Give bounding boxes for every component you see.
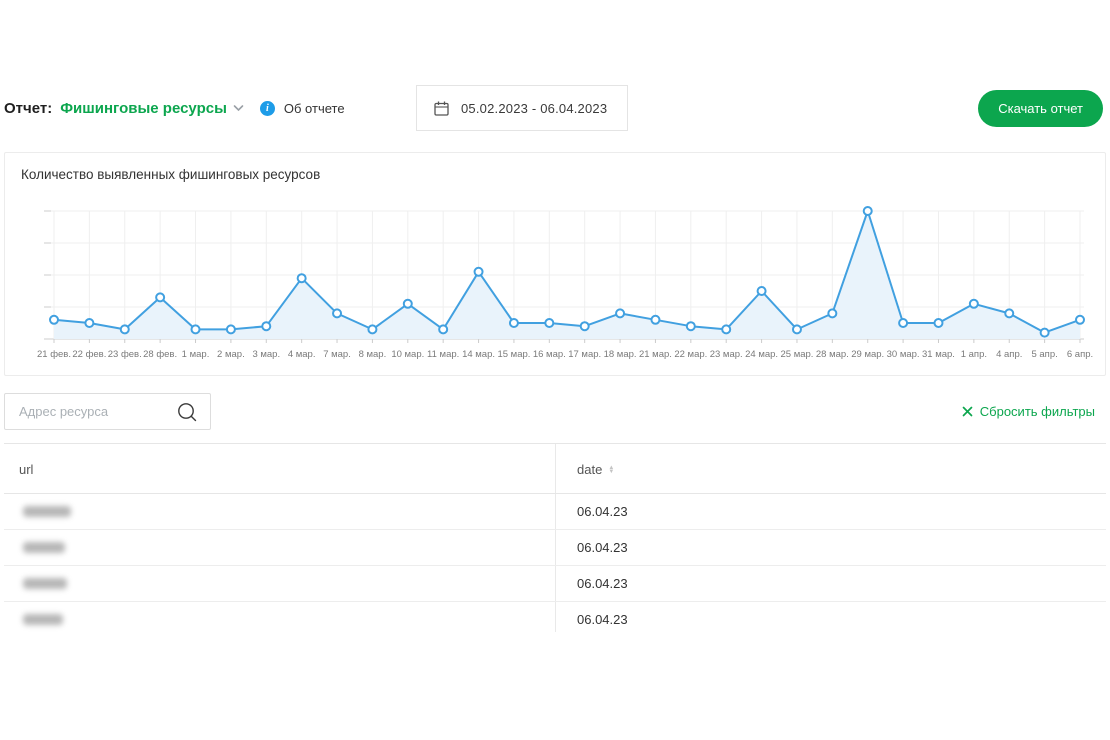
column-header-date-label: date [577, 462, 602, 477]
svg-text:24 мар.: 24 мар. [745, 349, 778, 360]
date-cell: 06.04.23 [577, 612, 628, 627]
report-label: Отчет: [4, 100, 52, 117]
table-header-row: url date ▲▼ [4, 444, 1106, 494]
clear-x-icon [962, 406, 973, 417]
download-report-button[interactable]: Скачать отчет [978, 90, 1103, 127]
svg-text:1 апр.: 1 апр. [961, 349, 987, 360]
phishing-line-chart: 21 фев.22 фев.23 фев.28 фев. 1 мар. 2 мар.… [5, 153, 1107, 377]
svg-text:17 мар.: 17 мар. [568, 349, 601, 360]
info-icon: i [260, 101, 275, 116]
report-type-dropdown[interactable]: Фишинговые ресурсы [60, 100, 244, 117]
report-selector-group: Отчет: Фишинговые ресурсы i Об отчете [4, 85, 345, 131]
redacted-url[interactable] [23, 506, 71, 517]
svg-text:21 фев.: 21 фев. [37, 349, 71, 360]
table-row[interactable]: 06.04.23 [4, 530, 1106, 566]
svg-text:28 фев.: 28 фев. [143, 349, 177, 360]
chart-card: Количество выявленных фишинговых ресурсо… [4, 152, 1106, 376]
svg-text:2 мар.: 2 мар. [217, 349, 245, 360]
column-header-url: url [19, 462, 33, 477]
svg-text:22 мар.: 22 мар. [674, 349, 707, 360]
about-report-link[interactable]: i Об отчете [260, 101, 345, 116]
svg-text:10 мар.: 10 мар. [391, 349, 424, 360]
svg-text:23 фев.: 23 фев. [108, 349, 142, 360]
svg-text:3 мар.: 3 мар. [252, 349, 280, 360]
svg-text:21 мар.: 21 мар. [639, 349, 672, 360]
column-header-date[interactable]: date ▲▼ [577, 462, 614, 477]
svg-text:7 мар.: 7 мар. [323, 349, 351, 360]
sort-icon: ▲▼ [608, 466, 614, 474]
date-range-picker[interactable]: 05.02.2023 - 06.04.2023 [416, 85, 628, 131]
reset-filters-link[interactable]: Сбросить фильтры [962, 404, 1095, 419]
table-row[interactable]: 06.04.23 [4, 494, 1106, 530]
calendar-icon [434, 101, 449, 116]
date-cell: 06.04.23 [577, 504, 628, 519]
svg-text:31 мар.: 31 мар. [922, 349, 955, 360]
redacted-url[interactable] [23, 578, 67, 589]
date-cell: 06.04.23 [577, 576, 628, 591]
svg-text:18 мар.: 18 мар. [604, 349, 637, 360]
svg-text:1 мар.: 1 мар. [182, 349, 210, 360]
table-row[interactable]: 06.04.23 [4, 602, 1106, 632]
svg-text:5 апр.: 5 апр. [1031, 349, 1057, 360]
svg-text:4 апр.: 4 апр. [996, 349, 1022, 360]
svg-text:14 мар.: 14 мар. [462, 349, 495, 360]
svg-text:11 мар.: 11 мар. [427, 349, 459, 360]
search-icon[interactable] [176, 401, 199, 429]
table-body: 06.04.23 06.04.23 06.04.23 06.04.23 [4, 494, 1106, 632]
results-table: url date ▲▼ 06.04.2306.04.2306.04.2306.0… [4, 443, 1106, 632]
redacted-url[interactable] [23, 614, 63, 625]
redacted-url[interactable] [23, 542, 65, 553]
svg-text:22 фев.: 22 фев. [72, 349, 106, 360]
svg-text:30 мар.: 30 мар. [887, 349, 920, 360]
svg-text:15 мар.: 15 мар. [497, 349, 530, 360]
svg-text:16 мар.: 16 мар. [533, 349, 566, 360]
resource-address-search [4, 393, 211, 430]
report-type-value: Фишинговые ресурсы [60, 100, 227, 117]
table-row[interactable]: 06.04.23 [4, 566, 1106, 602]
chevron-down-icon [233, 104, 244, 112]
reset-filters-label: Сбросить фильтры [980, 404, 1095, 419]
date-range-value: 05.02.2023 - 06.04.2023 [461, 101, 607, 116]
page: { "report_bar": { "label": "Отчет:", "re… [0, 0, 1110, 740]
svg-text:29 мар.: 29 мар. [851, 349, 884, 360]
svg-text:25 мар.: 25 мар. [780, 349, 813, 360]
about-report-label: Об отчете [284, 101, 345, 116]
svg-text:8 мар.: 8 мар. [359, 349, 387, 360]
date-cell: 06.04.23 [577, 540, 628, 555]
svg-text:23 мар.: 23 мар. [710, 349, 743, 360]
svg-text:28 мар.: 28 мар. [816, 349, 849, 360]
report-bar: Отчет: Фишинговые ресурсы i Об отчете 05… [4, 85, 1106, 131]
svg-text:4 мар.: 4 мар. [288, 349, 316, 360]
svg-text:6 апр.: 6 апр. [1067, 349, 1093, 360]
